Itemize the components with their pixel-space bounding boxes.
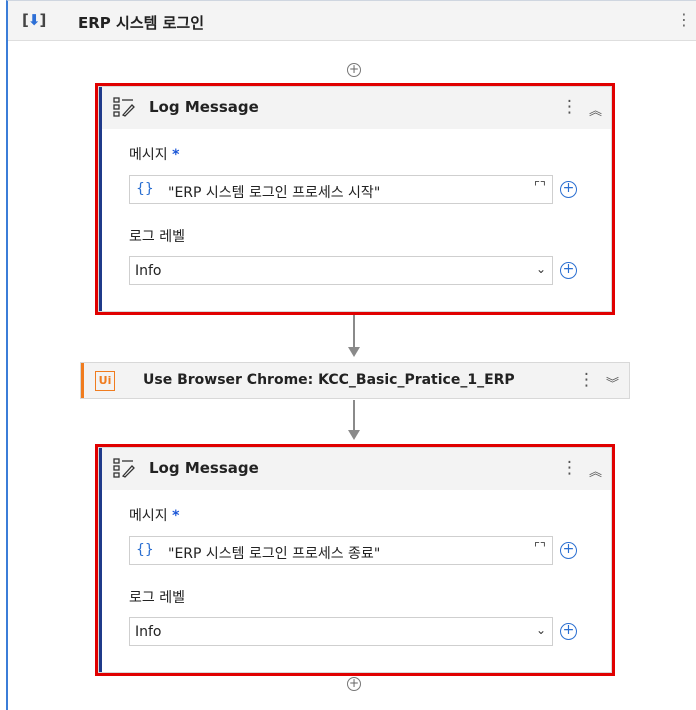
connector-arrow bbox=[348, 430, 360, 440]
connector-line bbox=[353, 315, 355, 349]
add-activity-icon[interactable]: + bbox=[347, 677, 361, 691]
connector-line bbox=[353, 400, 355, 432]
sequence-menu-icon[interactable]: ⋮ bbox=[676, 10, 692, 29]
activity-accent bbox=[81, 363, 84, 398]
sequence-header[interactable]: [⬇] ERP 시스템 로그인 ⋮ bbox=[8, 1, 696, 41]
use-browser-activity[interactable]: Ui Use Browser Chrome: KCC_Basic_Pratice… bbox=[80, 362, 630, 399]
activity-menu-icon[interactable]: ⋮ bbox=[578, 370, 595, 390]
highlight-box bbox=[95, 444, 615, 676]
sequence-icon: [⬇] bbox=[22, 11, 46, 29]
connector-arrow bbox=[348, 347, 360, 357]
uipath-icon: Ui bbox=[95, 371, 115, 391]
add-activity-icon[interactable]: + bbox=[347, 63, 361, 77]
use-browser-title: Use Browser Chrome: KCC_Basic_Pratice_1_… bbox=[143, 372, 515, 388]
expand-icon[interactable]: ︾ bbox=[606, 373, 619, 392]
sequence-title: ERP 시스템 로그인 bbox=[78, 14, 205, 32]
highlight-box bbox=[95, 83, 615, 315]
